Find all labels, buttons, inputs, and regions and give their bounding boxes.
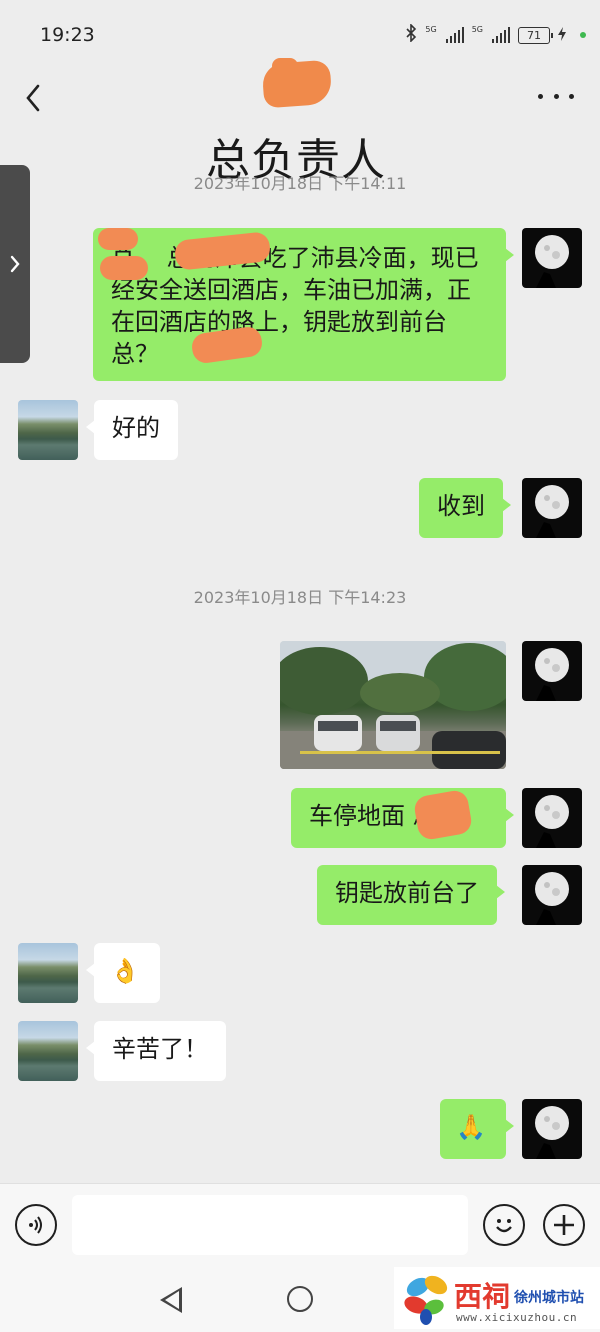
- signal-label: 5G: [425, 24, 437, 34]
- pray-emoji: 🙏: [456, 1113, 486, 1141]
- outgoing-message[interactable]: 钥匙放前台了: [317, 865, 505, 925]
- message-text: 钥匙放前台了: [335, 879, 479, 907]
- message-input[interactable]: [72, 1195, 468, 1255]
- message-text: 辛苦了！: [112, 1035, 208, 1063]
- notification-dot: [580, 32, 586, 38]
- status-time: 19:23: [40, 24, 95, 46]
- avatar[interactable]: [522, 641, 582, 701]
- signal-label: 5G: [471, 24, 483, 34]
- avatar[interactable]: [522, 788, 582, 848]
- status-bar: 19:23 5G 5G 71: [0, 0, 600, 70]
- watermark-city: 徐州城市站: [514, 1290, 584, 1306]
- message-image[interactable]: [280, 641, 506, 769]
- avatar[interactable]: [18, 1021, 78, 1081]
- signal-icon: [492, 27, 510, 43]
- outgoing-message[interactable]: 总， 总到沛县吃了沛县冷面，现已经安全送回酒店，车油已加满，正在回酒店的路上，钥…: [93, 228, 514, 381]
- input-bar: [0, 1183, 600, 1267]
- watermark-url: www.xicixuzhou.cn: [456, 1311, 578, 1324]
- message-timestamp: 2023年10月18日 下午14:11: [193, 174, 407, 193]
- watermark-brand: 西祠: [454, 1280, 511, 1313]
- more-button[interactable]: [538, 84, 574, 108]
- avatar[interactable]: [522, 228, 582, 288]
- ok-hand-emoji: 👌: [110, 957, 140, 985]
- status-icons: 5G 5G 71: [405, 23, 586, 46]
- nav-back-icon-inner: [165, 1291, 179, 1309]
- signal-icon: [445, 27, 464, 43]
- message-timestamp: 2023年10月18日 下午14:23: [193, 588, 407, 607]
- avatar[interactable]: [522, 1099, 582, 1159]
- nav-home-icon[interactable]: [287, 1286, 313, 1312]
- message-text: 好的: [112, 414, 160, 442]
- voice-icon: [29, 1216, 42, 1234]
- battery-icon: 71: [518, 26, 553, 44]
- message-text: 收到: [437, 492, 485, 520]
- avatar[interactable]: [522, 478, 582, 538]
- avatar[interactable]: [18, 400, 78, 460]
- plus-button[interactable]: [543, 1204, 585, 1246]
- incoming-message[interactable]: 👌: [86, 943, 160, 1003]
- side-expand-tab[interactable]: [0, 165, 30, 363]
- voice-button[interactable]: [15, 1204, 57, 1246]
- back-icon: [26, 84, 40, 112]
- charging-icon: [558, 26, 566, 44]
- emoji-button[interactable]: [483, 1204, 525, 1246]
- message-text: 总， 总到沛县吃了沛县冷面，现已经安全送回酒店，车油已加满，正在回酒店的路上，钥…: [111, 244, 479, 368]
- redaction-mark: [98, 228, 138, 250]
- watermark-logo: [404, 1275, 448, 1325]
- avatar[interactable]: [18, 943, 78, 1003]
- outgoing-message[interactable]: 收到: [419, 478, 511, 538]
- incoming-message[interactable]: 辛苦了！: [86, 1021, 226, 1081]
- back-button[interactable]: [22, 82, 46, 114]
- redacted-chat-title: [272, 58, 298, 74]
- outgoing-message[interactable]: 车停地面 总: [291, 788, 514, 848]
- redaction-mark: [100, 256, 148, 280]
- bluetooth-icon: [405, 23, 417, 46]
- emoji-icon: [496, 1219, 512, 1233]
- watermark: 西祠 徐州城市站 www.xicixuzhou.cn: [394, 1267, 600, 1329]
- avatar[interactable]: [522, 865, 582, 925]
- plus-icon: [554, 1215, 574, 1235]
- outgoing-message[interactable]: 🙏: [440, 1099, 514, 1159]
- chevron-right-icon: [10, 255, 20, 273]
- incoming-message[interactable]: 好的: [86, 400, 178, 460]
